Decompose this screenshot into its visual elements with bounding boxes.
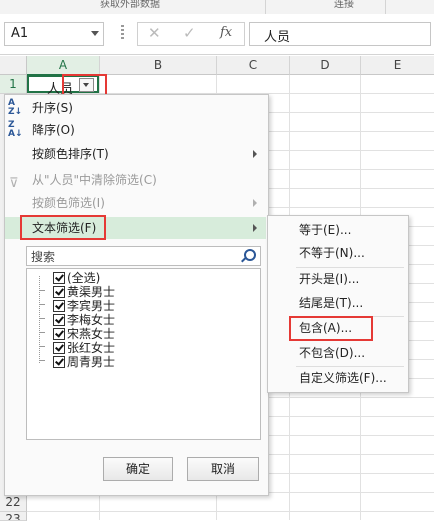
column-header-e[interactable]: E [361, 56, 434, 75]
chevron-down-icon[interactable] [91, 31, 99, 36]
name-box[interactable]: A1 [4, 22, 104, 46]
chevron-right-icon [253, 150, 257, 158]
cancel-button[interactable]: 取消 [187, 457, 259, 481]
sort-descending-icon: Z A↓ [8, 120, 23, 139]
formula-input[interactable]: 人员 [249, 22, 431, 46]
column-header-d[interactable]: D [290, 56, 361, 75]
checkbox-checked[interactable] [53, 356, 65, 368]
menu-item-clear-filter: ⊽ 从"人员"中清除筛选(C) [5, 169, 266, 191]
menu-item-filter-by-color: 按颜色筛选(I) [5, 192, 266, 214]
annotation-highlight-text-filters [20, 215, 106, 240]
checkbox-checked[interactable] [53, 272, 65, 284]
ribbon-group-labels: 获取外部数据 连接 [0, 0, 434, 15]
filter-value-list: (全选) 黄渠男士 李宾男士 李梅女士 宋燕女士 张红女士 周青男士 [26, 268, 261, 440]
checkbox-checked[interactable] [53, 342, 65, 354]
formula-buttons: ✕ ✓ fx [137, 22, 245, 46]
enter-icon[interactable]: ✓ [183, 24, 196, 42]
formula-input-value: 人员 [264, 30, 291, 45]
ribbon-group-get-external-data: 获取外部数据 [100, 0, 160, 10]
chevron-right-icon [253, 199, 257, 207]
checkbox-checked[interactable] [53, 300, 65, 312]
formula-bar-resize-handle[interactable] [121, 25, 124, 41]
menu-item-ends-with[interactable]: 结尾是(T)... [268, 292, 406, 314]
row-header-22[interactable]: 22 [0, 494, 27, 512]
annotation-highlight-filter-button [62, 74, 107, 96]
menu-item-sort-by-color[interactable]: 按颜色排序(T) [5, 143, 266, 165]
annotation-highlight-contains [289, 316, 373, 341]
row-header-1[interactable]: 1 [0, 75, 27, 94]
menu-item-not-contains[interactable]: 不包含(D)... [268, 342, 406, 364]
checkbox-checked[interactable] [53, 286, 65, 298]
column-header-a[interactable]: A [27, 56, 100, 76]
ribbon-group-connections: 连接 [334, 0, 354, 10]
menu-item-sort-ascending[interactable]: A Z↓ 升序(S) [5, 97, 266, 119]
name-box-value: A1 [11, 26, 29, 41]
checkbox-checked[interactable] [53, 314, 65, 326]
cancel-icon[interactable]: ✕ [148, 24, 161, 42]
menu-item-sort-descending[interactable]: Z A↓ 降序(O) [5, 119, 266, 141]
select-all-corner[interactable] [0, 56, 27, 75]
sort-ascending-icon: A Z↓ [8, 98, 23, 117]
chevron-right-icon [253, 224, 257, 232]
ok-button[interactable]: 确定 [103, 457, 173, 481]
column-header-b[interactable]: B [100, 56, 217, 75]
insert-function-icon[interactable]: fx [220, 25, 232, 40]
menu-item-not-equals[interactable]: 不等于(N)... [268, 242, 406, 264]
search-icon [241, 249, 256, 263]
menu-item-begins-with[interactable]: 开头是(I)... [268, 268, 406, 290]
filter-search-input[interactable]: 搜索 [26, 246, 261, 266]
menu-item-equals[interactable]: 等于(E)... [268, 219, 406, 241]
menu-item-custom-filter[interactable]: 自定义筛选(F)... [268, 367, 406, 389]
checkbox-checked[interactable] [53, 328, 65, 340]
column-header-c[interactable]: C [217, 56, 290, 75]
text-filters-submenu: 等于(E)... 不等于(N)... 开头是(I)... 结尾是(T)... 包… [267, 215, 409, 393]
